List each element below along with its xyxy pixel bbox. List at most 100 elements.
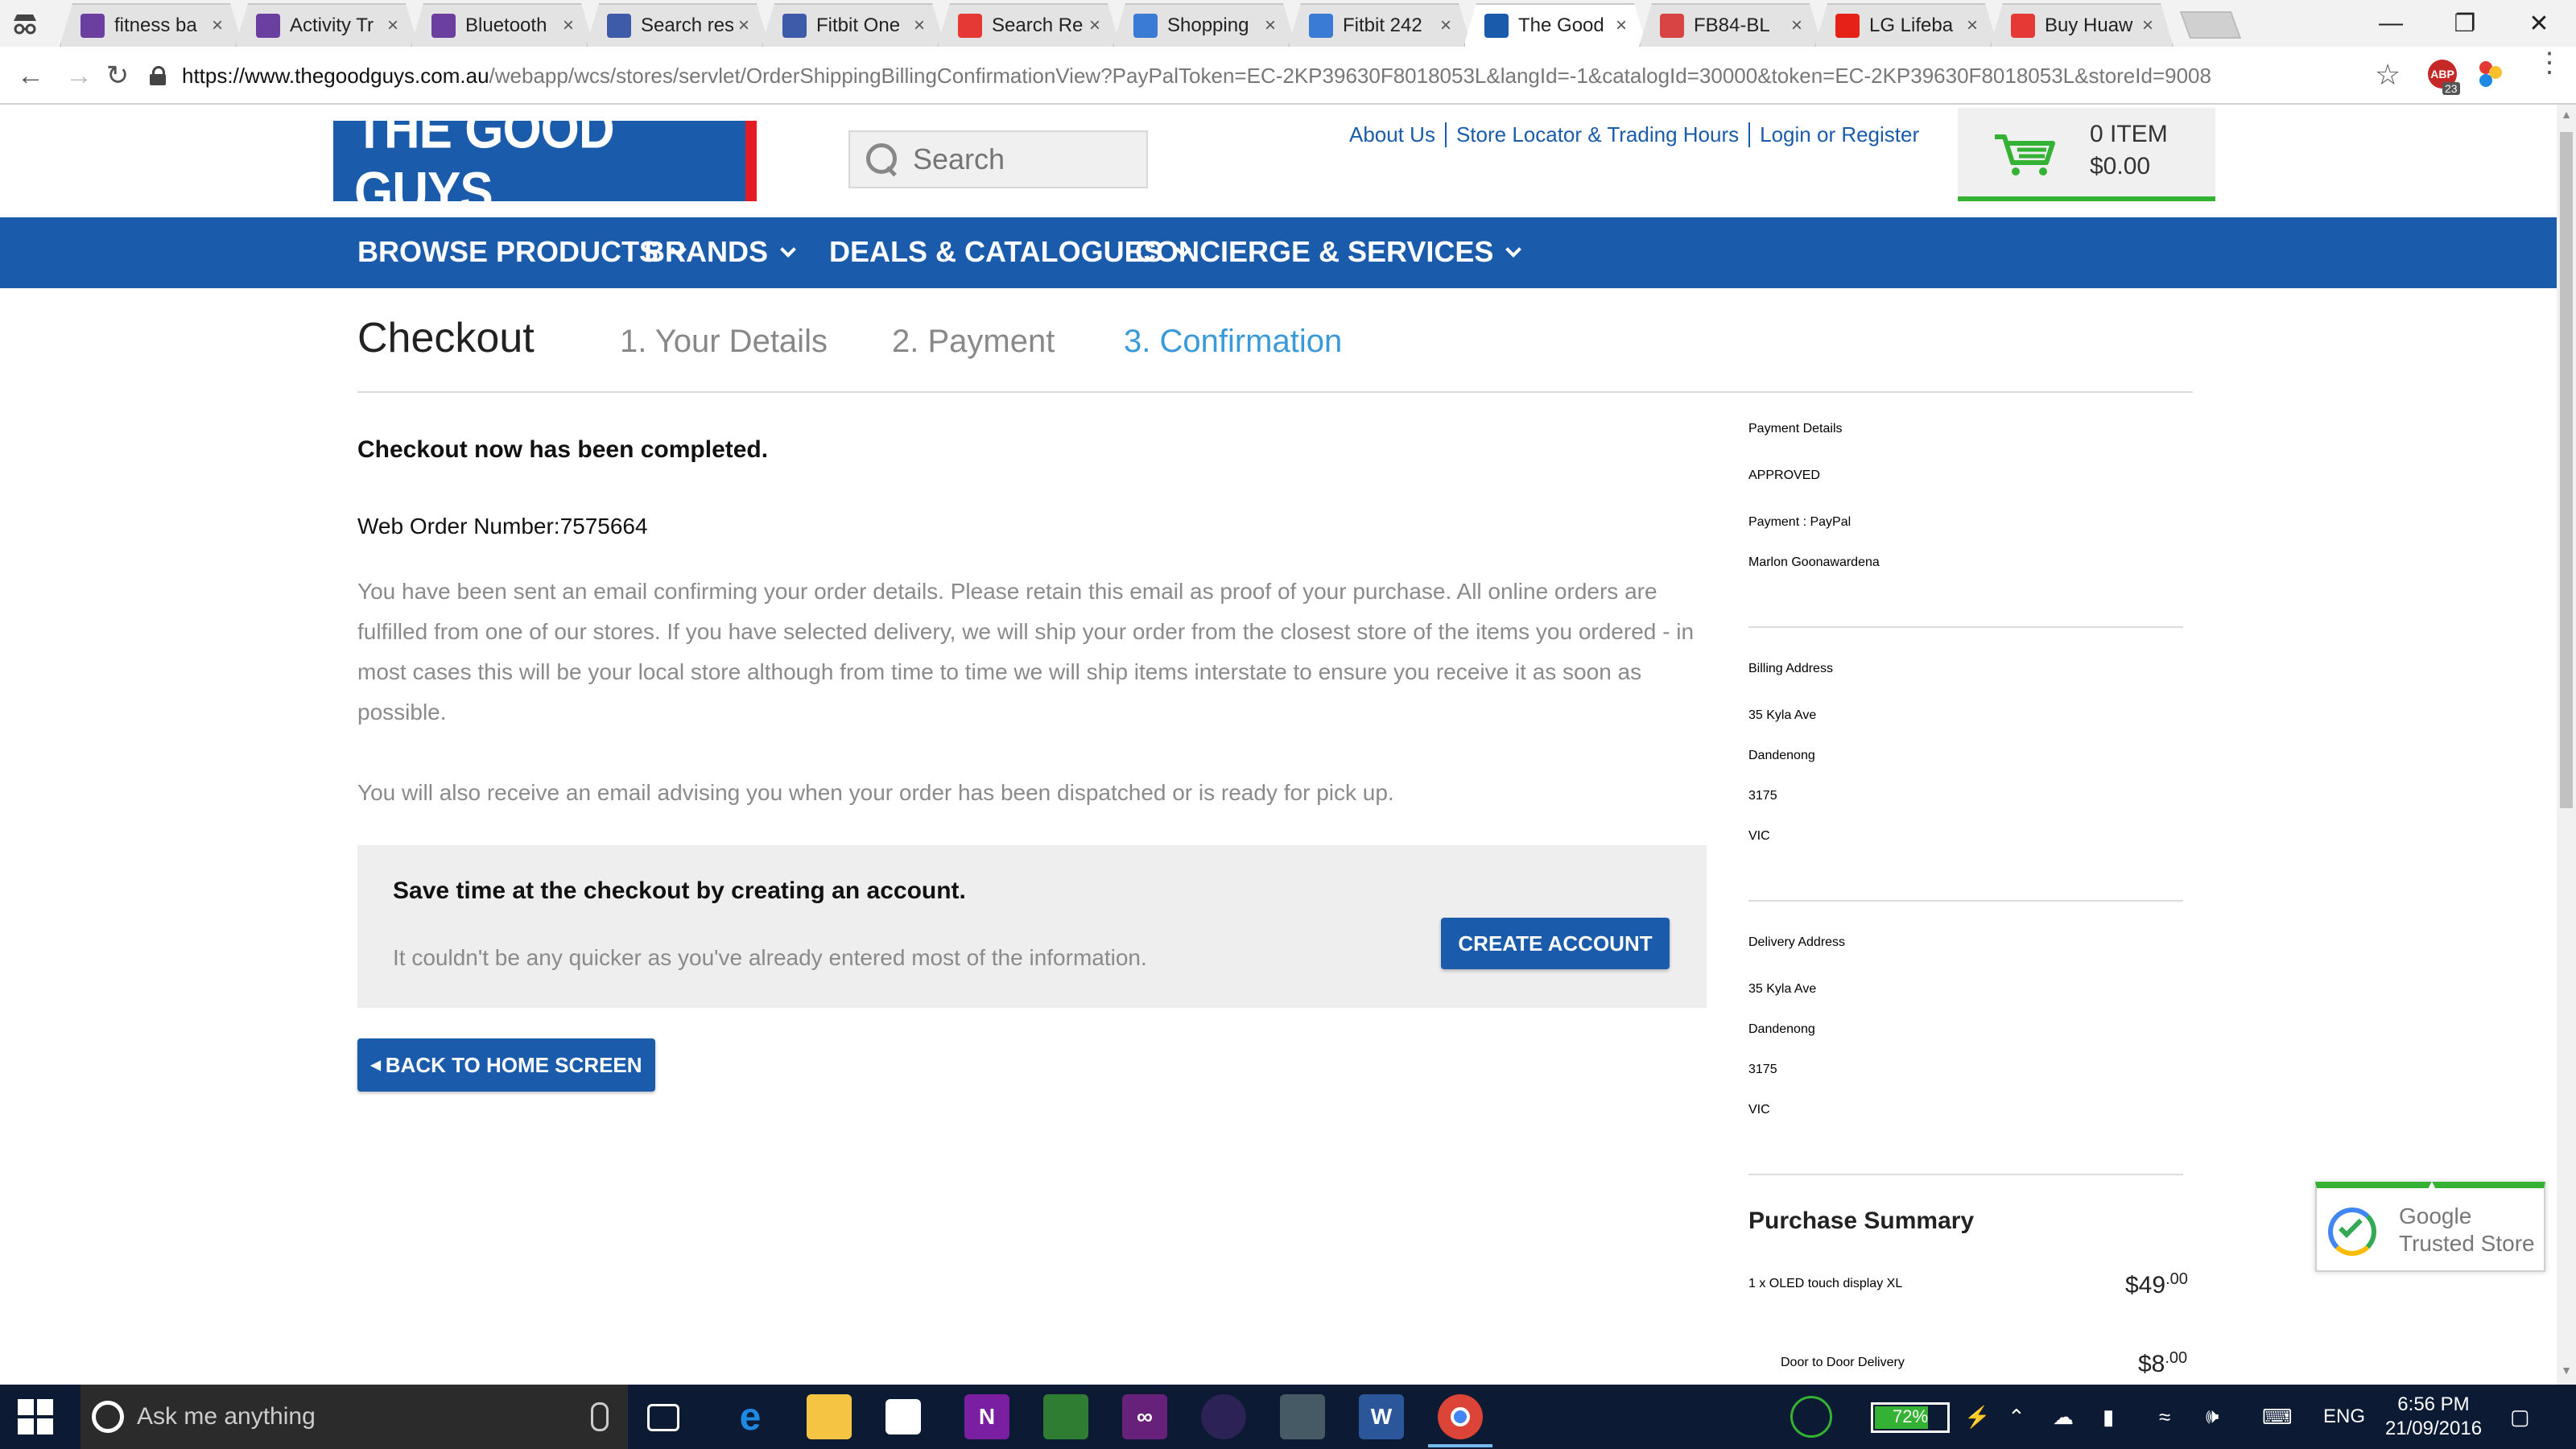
tab-title: LG Lifeba [1869, 14, 1954, 36]
back-to-home-button[interactable]: ◀ BACK TO HOME SCREEN [357, 1038, 655, 1092]
battery-indicator[interactable]: 72% [1871, 1402, 1950, 1433]
browser-tab[interactable]: Shopping × [1113, 3, 1296, 47]
volume-icon[interactable]: 🕪 [2206, 1385, 2219, 1449]
health-monitor-icon[interactable] [1790, 1396, 1832, 1438]
tab-close-icon[interactable]: × [734, 14, 753, 37]
store-icon[interactable] [886, 1399, 921, 1435]
trust-badge-line: Google [2399, 1203, 2472, 1228]
nav-browse-products[interactable]: BROWSE PRODUCTS [357, 235, 687, 269]
dispatch-text: You will also receive an email advising … [357, 780, 1394, 805]
browser-tab[interactable]: Bluetooth × [411, 3, 594, 47]
onenote-icon[interactable]: N [964, 1394, 1009, 1439]
tab-close-icon[interactable]: × [1787, 14, 1806, 37]
menu-icon[interactable]: ⋮ [2536, 49, 2563, 76]
chrome-icon[interactable] [1428, 1394, 1492, 1447]
tab-close-icon[interactable]: × [383, 14, 402, 37]
wifi-icon[interactable]: ≈ [2159, 1385, 2170, 1449]
caret-up-icon[interactable]: ▲ [2425, 1177, 2439, 1194]
back-icon[interactable]: ← [11, 56, 50, 95]
file-explorer-icon[interactable] [807, 1394, 852, 1439]
search-icon[interactable] [861, 138, 903, 180]
tab-favicon-icon [1309, 14, 1333, 38]
visual-studio-icon[interactable]: ∞ [1122, 1394, 1167, 1439]
browser-tab[interactable]: Activity Tr × [235, 3, 419, 47]
payment-method: Payment : PayPal [1748, 515, 1852, 529]
system-clock[interactable]: 6:56 PM 21/09/2016 [2381, 1393, 2486, 1441]
tab-close-icon[interactable]: × [1436, 14, 1455, 37]
browser-tab[interactable]: fitness ba × [60, 3, 243, 47]
page-scrollbar[interactable]: ▲ ▼ [2557, 105, 2576, 1385]
tab-close-icon[interactable]: × [910, 14, 929, 37]
completion-heading: Checkout now has been completed. [357, 436, 769, 463]
about-us-link[interactable]: About Us [1344, 122, 1445, 147]
google-trusted-store-badge[interactable]: ▲ Google Trusted Store [2315, 1177, 2545, 1272]
delivery-line: 35 Kyla Ave [1748, 982, 1817, 996]
billing-address-title: Billing Address [1748, 662, 1833, 675]
tab-close-icon[interactable]: × [1612, 14, 1631, 37]
tab-title: Bluetooth [465, 14, 547, 36]
mini-cart[interactable]: 0 ITEM $0.00 [1958, 108, 2215, 201]
browser-tab[interactable]: LG Lifeba × [1814, 3, 1998, 47]
tab-favicon-icon [256, 14, 280, 38]
url-field[interactable]: https://www.thegoodguys.com.au/webapp/wc… [150, 55, 2372, 97]
url-text[interactable]: https://www.thegoodguys.com.au/webapp/wc… [182, 64, 2355, 89]
tab-close-icon[interactable]: × [208, 14, 227, 37]
step-payment: 2. Payment [892, 324, 1055, 359]
network-app-icon[interactable] [1280, 1394, 1325, 1439]
tab-close-icon[interactable]: × [2138, 14, 2157, 37]
restore-icon[interactable]: ❐ [2428, 0, 2502, 47]
eclipse-icon[interactable] [1201, 1394, 1246, 1439]
browser-tab[interactable]: Search res × [586, 3, 770, 47]
cart-count: 0 ITEM [2090, 121, 2168, 147]
new-tab-button[interactable] [2179, 11, 2242, 39]
extension-count-badge: 23 [2442, 82, 2460, 95]
nav-brands[interactable]: BRANDS [644, 235, 796, 269]
tab-close-icon[interactable]: × [1261, 14, 1280, 37]
close-icon[interactable]: ✕ [2502, 0, 2576, 47]
edge-icon[interactable]: e [728, 1394, 773, 1439]
task-view-icon[interactable] [647, 1404, 679, 1431]
tab-title: Buy Huaw [2045, 14, 2133, 36]
keyboard-icon[interactable]: ⌨ [2262, 1385, 2293, 1449]
browser-tab[interactable]: Fitbit One × [762, 3, 945, 47]
browser-tab[interactable]: Search Re × [937, 3, 1121, 47]
star-icon[interactable]: ☆ [2375, 58, 2401, 92]
cortana-search[interactable]: Ask me anything [80, 1385, 628, 1449]
store-locator-link[interactable]: Store Locator & Trading Hours [1444, 122, 1748, 147]
minimize-icon[interactable]: — [2354, 0, 2428, 47]
sidebar-divider [1748, 900, 2183, 902]
battery-icon[interactable]: ▮ [2103, 1385, 2114, 1449]
reload-icon[interactable]: ↻ [98, 56, 137, 95]
notification-icon[interactable]: ▢ [2510, 1385, 2530, 1449]
scroll-up-icon[interactable]: ▲ [2557, 108, 2576, 127]
onedrive-icon[interactable]: ☁ [2053, 1385, 2074, 1449]
browser-tab[interactable]: FB84-BL × [1639, 3, 1823, 47]
create-account-button[interactable]: CREATE ACCOUNT [1441, 918, 1670, 969]
microphone-icon[interactable] [591, 1402, 609, 1431]
payment-details-title: Payment Details [1748, 422, 1843, 436]
tab-close-icon[interactable]: × [559, 14, 578, 37]
site-search[interactable] [848, 130, 1148, 188]
tab-close-icon[interactable]: × [1963, 14, 1982, 37]
app-icon[interactable] [1043, 1394, 1088, 1439]
search-input[interactable] [913, 142, 1146, 176]
nav-concierge-services[interactable]: CONCIERGE & SERVICES [1135, 235, 1522, 269]
delivery-line: Dandenong [1748, 1022, 1815, 1036]
browser-tab[interactable]: The Good × [1463, 3, 1647, 47]
scrollbar-thumb[interactable] [2560, 132, 2573, 808]
tab-close-icon[interactable]: × [1085, 14, 1104, 37]
power-plug-icon[interactable]: ⚡ [1964, 1385, 1990, 1449]
word-icon[interactable]: W [1359, 1394, 1404, 1439]
forward-icon[interactable]: → [60, 56, 98, 95]
start-button[interactable] [18, 1399, 53, 1435]
browser-tab[interactable]: Fitbit 242 × [1288, 3, 1472, 47]
tab-favicon-icon [1133, 14, 1158, 38]
site-logo[interactable]: THE GOOD GUYS [333, 105, 757, 223]
chevron-up-icon[interactable]: ⌃ [2008, 1385, 2025, 1449]
language-indicator[interactable]: ENG [2323, 1385, 2365, 1449]
login-register-link[interactable]: Login or Register [1748, 122, 1929, 147]
extension-icon[interactable] [2476, 60, 2505, 89]
browser-tab[interactable]: Buy Huaw × [1990, 3, 2174, 47]
scroll-down-icon[interactable]: ▼ [2557, 1364, 2576, 1383]
web-order-number: Web Order Number:7575664 [357, 514, 648, 539]
